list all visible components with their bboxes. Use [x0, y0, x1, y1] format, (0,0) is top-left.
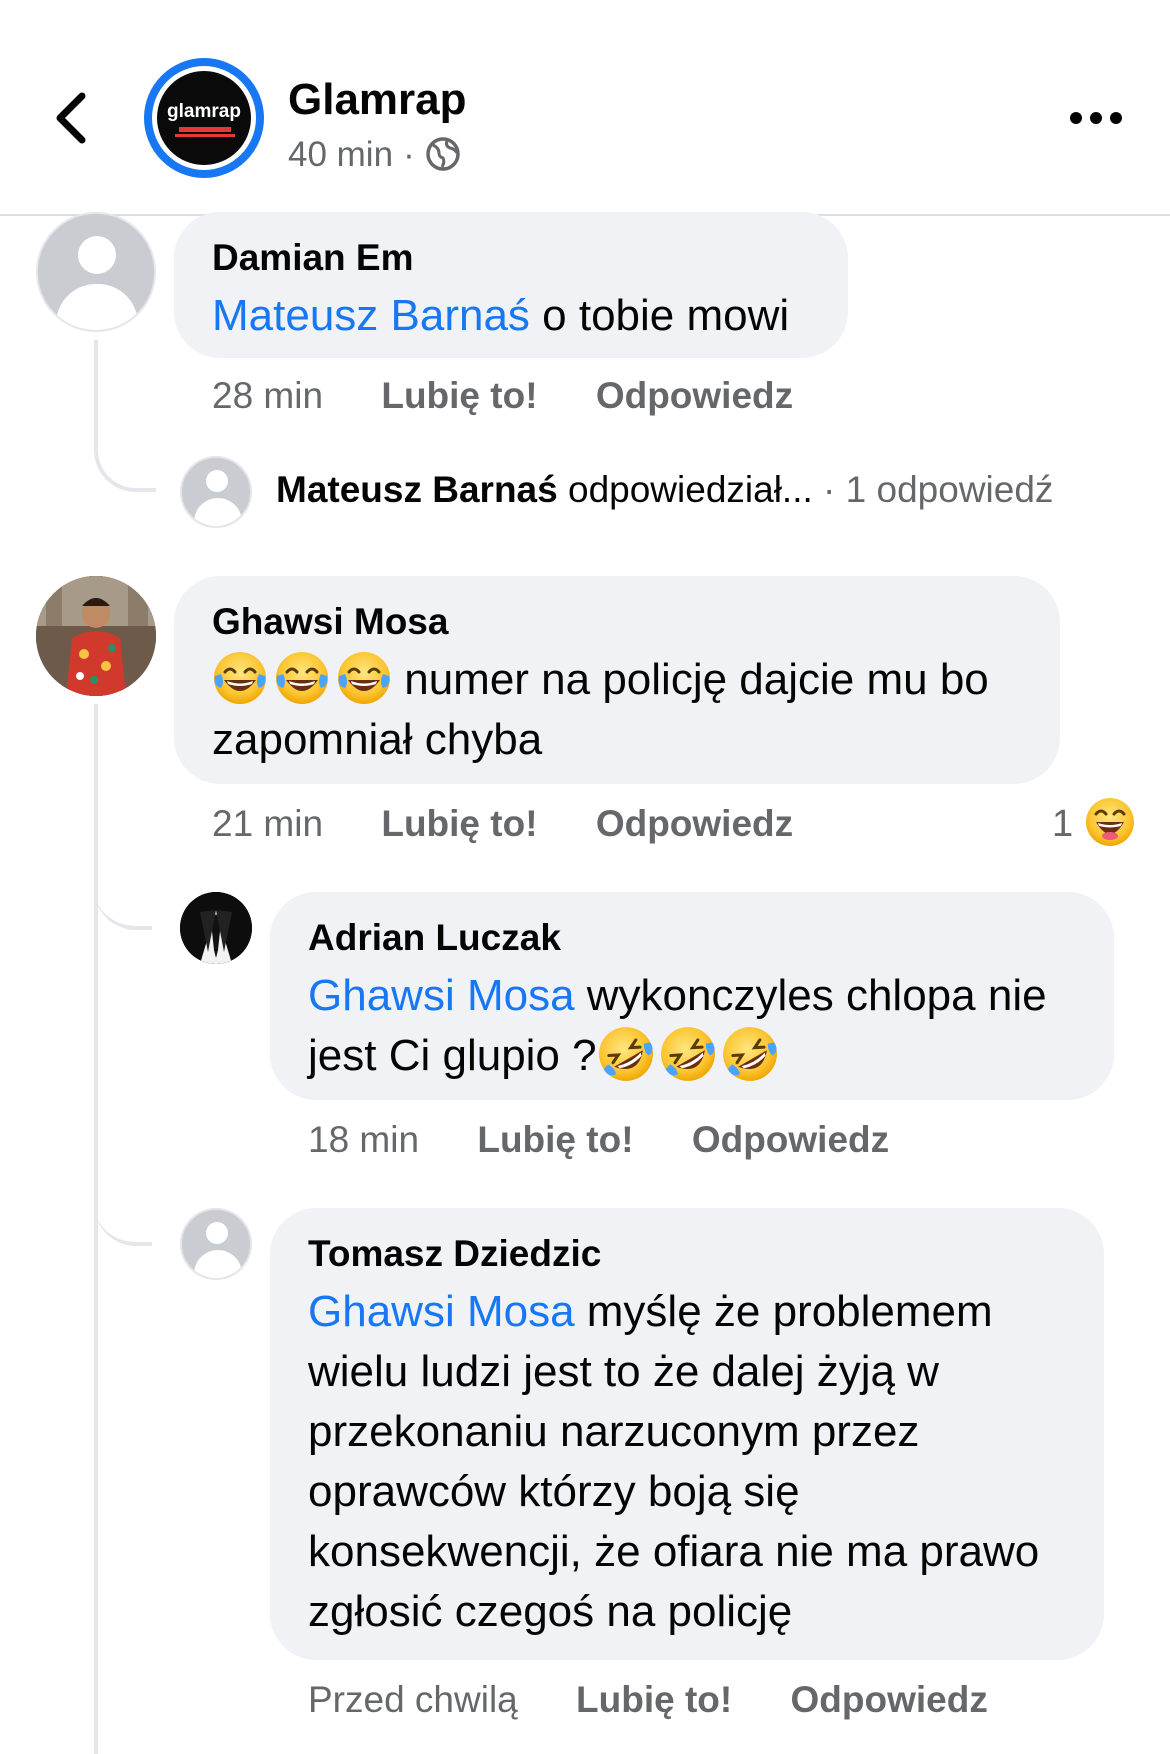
comment-actions: Przed chwilą Lubię to! Odpowiedz	[308, 1678, 988, 1722]
page-avatar[interactable]: glamrap	[144, 58, 264, 178]
comment-author[interactable]: Tomasz Dziedzic	[308, 1232, 601, 1276]
post-time: 40 min	[288, 135, 394, 174]
thread-connector	[94, 860, 152, 930]
comment-body-line: przekonaniu narzuconym przez	[308, 1407, 920, 1456]
avatar[interactable]	[180, 892, 252, 964]
like-button[interactable]: Lubię to!	[381, 375, 537, 416]
reply-bubble[interactable]: Adrian Luczak Ghawsi Mosa wykonczyles ch…	[270, 892, 1114, 1100]
mention-link[interactable]: Mateusz Barnaś	[212, 291, 530, 340]
page-logo-text: glamrap	[167, 101, 241, 122]
avatar[interactable]	[180, 456, 252, 528]
comment-time[interactable]: 18 min	[308, 1119, 419, 1160]
reply-action: odpowiedział...	[557, 469, 813, 510]
comment-author[interactable]: Damian Em	[212, 236, 414, 280]
thread-connector	[94, 340, 156, 492]
comment-actions: 28 min Lubię to! Odpowiedz	[212, 374, 793, 418]
comment-bubble[interactable]: Ghawsi Mosa numer na policję dajcie mu b…	[174, 576, 1060, 784]
comment-actions: 21 min Lubię to! Odpowiedz	[212, 802, 793, 846]
comment-text: Ghawsi Mosa myślę że problemem wielu lud…	[308, 1282, 1039, 1642]
reply-bubble[interactable]: Tomasz Dziedzic Ghawsi Mosa myślę że pro…	[270, 1208, 1104, 1660]
view-replies-link[interactable]: Mateusz Barnaś odpowiedział... · 1 odpow…	[276, 468, 1053, 512]
more-options-button[interactable]	[1070, 104, 1124, 132]
rofl-icon	[597, 1025, 655, 1083]
reply-button[interactable]: Odpowiedz	[692, 1119, 889, 1160]
like-button[interactable]: Lubię to!	[381, 803, 537, 844]
tears-of-joy-icon	[336, 650, 392, 706]
comment-time[interactable]: Przed chwilą	[308, 1679, 518, 1720]
like-button[interactable]: Lubię to!	[576, 1679, 732, 1720]
reply-button[interactable]: Odpowiedz	[596, 803, 793, 844]
comment-body-line: zgłosić czegoś na policję	[308, 1587, 793, 1636]
avatar[interactable]	[36, 212, 156, 332]
comment-bubble[interactable]: Damian Em Mateusz Barnaś o tobie mowi	[174, 212, 848, 358]
comment-body-line: konsekwencji, że ofiara nie ma prawo	[308, 1527, 1040, 1576]
comment-author[interactable]: Adrian Luczak	[308, 916, 561, 960]
tears-of-joy-icon	[274, 650, 330, 706]
page-name[interactable]: Glamrap	[288, 74, 467, 126]
reply-count: · 1 odpowiedź	[812, 469, 1054, 510]
comment-text: numer na policję dajcie mu bo zapomniał …	[212, 650, 1032, 770]
tears-of-joy-icon	[212, 650, 268, 706]
post-header: glamrap Glamrap 40 min ·	[0, 0, 1170, 216]
comment-body: o tobie mowi	[529, 291, 790, 340]
haha-reaction-icon[interactable]	[1084, 796, 1136, 848]
comment-text: Ghawsi Mosa wykonczyles chlopa nie jest …	[308, 966, 1047, 1086]
globe-icon	[425, 137, 460, 171]
reply-button[interactable]: Odpowiedz	[791, 1679, 988, 1720]
comment-time[interactable]: 28 min	[212, 375, 323, 416]
comment-actions: 18 min Lubię to! Odpowiedz	[308, 1118, 889, 1162]
comment-time[interactable]: 21 min	[212, 803, 323, 844]
meta-separator: ·	[403, 135, 415, 174]
mention-link[interactable]: Ghawsi Mosa	[308, 971, 575, 1020]
thread-connector	[94, 1176, 152, 1246]
like-button[interactable]: Lubię to!	[477, 1119, 633, 1160]
mention-link[interactable]: Ghawsi Mosa	[308, 1287, 575, 1336]
comment-author[interactable]: Ghawsi Mosa	[212, 600, 448, 644]
rofl-icon	[659, 1025, 717, 1083]
post-meta: 40 min ·	[288, 134, 461, 176]
avatar[interactable]	[36, 576, 156, 696]
avatar-photo	[180, 892, 252, 964]
comment-body-line: oprawców którzy boją się	[308, 1467, 800, 1516]
reaction-count[interactable]: 1	[1052, 802, 1073, 846]
chevron-left-icon	[56, 92, 86, 144]
reply-author: Mateusz Barnaś	[276, 469, 558, 510]
comment-body-line: jest Ci glupio ?	[308, 1031, 597, 1080]
comment-body-line: wykonczyles chlopa nie	[574, 971, 1047, 1020]
reply-button[interactable]: Odpowiedz	[596, 375, 793, 416]
comment-body-line: wielu ludzi jest to że dalej żyją w	[308, 1347, 939, 1396]
rofl-icon	[721, 1025, 779, 1083]
avatar[interactable]	[180, 1208, 252, 1280]
back-button[interactable]	[46, 88, 94, 148]
comment-text: Mateusz Barnaś o tobie mowi	[212, 286, 789, 346]
comment-body-line: myślę że problemem	[574, 1287, 993, 1336]
avatar-photo	[36, 576, 156, 696]
